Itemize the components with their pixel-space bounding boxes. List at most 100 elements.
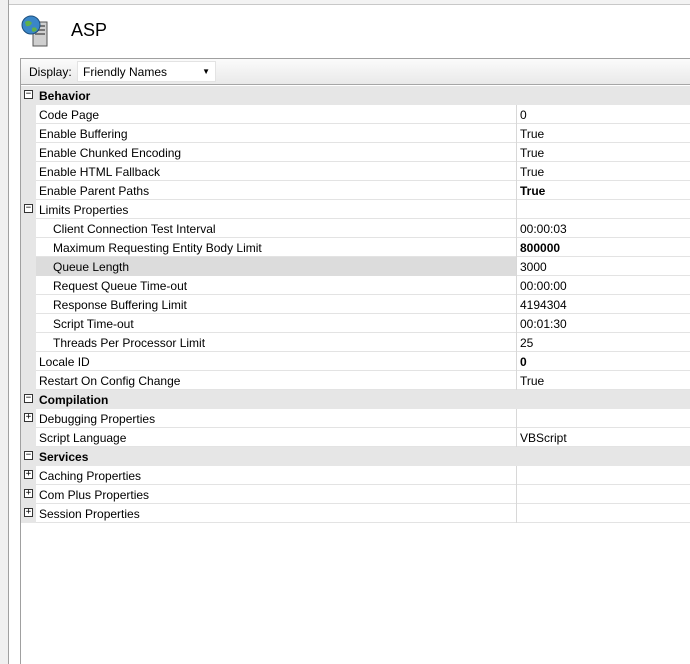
property-value[interactable]: True [520,127,544,141]
property-value[interactable]: 00:00:00 [520,279,567,293]
column-divider[interactable] [516,504,517,523]
collapse-icon[interactable]: − [24,394,33,403]
property-row[interactable]: Enable Parent Paths True [21,181,690,200]
property-value[interactable]: 4194304 [520,298,567,312]
column-divider[interactable] [516,352,517,371]
row-gutter [21,181,36,200]
property-row[interactable]: Script Time-out 00:01:30 [21,314,690,333]
display-dropdown-value: Friendly Names [83,65,168,79]
display-dropdown[interactable]: Friendly Names ▼ [77,61,216,82]
group-row[interactable]: + Debugging Properties [21,409,690,428]
property-row[interactable]: Client Connection Test Interval 00:00:03 [21,219,690,238]
column-divider[interactable] [516,314,517,333]
property-label: Restart On Config Change [39,374,181,388]
expand-icon[interactable]: + [24,489,33,498]
property-label: Caching Properties [39,469,142,483]
column-divider[interactable] [516,181,517,200]
display-label: Display: [29,65,72,79]
property-name-cell[interactable] [36,105,516,124]
property-value[interactable]: 0 [520,108,527,122]
property-label: Threads Per Processor Limit [53,336,206,350]
property-label: Limits Properties [39,203,129,217]
window-frame-top [9,0,690,5]
collapse-icon[interactable]: − [24,90,33,99]
property-value[interactable]: True [520,374,544,388]
property-label: Enable Parent Paths [39,184,150,198]
row-gutter [21,314,36,333]
property-row[interactable]: Enable Chunked Encoding True [21,143,690,162]
expand-icon[interactable]: + [24,470,33,479]
property-label: Client Connection Test Interval [53,222,216,236]
column-divider[interactable] [516,295,517,314]
row-gutter [21,257,36,276]
column-divider[interactable] [516,466,517,485]
property-name-cell[interactable] [36,352,516,371]
property-value[interactable]: VBScript [520,431,567,445]
property-value[interactable]: 25 [520,336,533,350]
category-row[interactable]: − Services [21,447,690,466]
property-row[interactable]: Maximum Requesting Entity Body Limit 8000… [21,238,690,257]
property-value[interactable]: True [520,184,545,198]
globe-server-icon [21,15,48,47]
column-divider[interactable] [516,257,517,276]
column-divider[interactable] [516,409,517,428]
property-value[interactable]: 3000 [520,260,547,274]
property-label: Response Buffering Limit [53,298,187,312]
row-gutter [21,124,36,143]
collapse-icon[interactable]: − [24,451,33,460]
category-row[interactable]: − Compilation [21,390,690,409]
property-row[interactable]: Request Queue Time-out 00:00:00 [21,276,690,295]
row-gutter [21,295,36,314]
expand-icon[interactable]: + [24,413,33,422]
property-value[interactable]: True [520,165,544,179]
column-divider[interactable] [516,238,517,257]
row-gutter [21,162,36,181]
group-row[interactable]: − Limits Properties [21,200,690,219]
property-row[interactable]: Queue Length 3000 [21,257,690,276]
property-row[interactable]: Response Buffering Limit 4194304 [21,295,690,314]
property-row[interactable]: Locale ID 0 [21,352,690,371]
property-row[interactable]: Script Language VBScript [21,428,690,447]
row-gutter [21,238,36,257]
collapse-icon[interactable]: − [24,204,33,213]
property-label: Queue Length [53,260,130,274]
row-gutter [21,276,36,295]
row-gutter [21,143,36,162]
column-divider[interactable] [516,200,517,219]
column-divider[interactable] [516,371,517,390]
column-divider[interactable] [516,485,517,504]
property-value[interactable]: 0 [520,355,527,369]
property-label: Enable Chunked Encoding [39,146,182,160]
property-row[interactable]: Threads Per Processor Limit 25 [21,333,690,352]
column-divider[interactable] [516,428,517,447]
property-label: Enable HTML Fallback [39,165,160,179]
property-value[interactable]: 00:00:03 [520,222,567,236]
category-row[interactable]: − Behavior [21,86,690,105]
row-gutter [21,105,36,124]
column-divider[interactable] [516,219,517,238]
row-gutter [21,352,36,371]
property-label: Session Properties [39,507,140,521]
property-value[interactable]: True [520,146,544,160]
group-row[interactable]: + Caching Properties [21,466,690,485]
expand-icon[interactable]: + [24,508,33,517]
property-row[interactable]: Enable HTML Fallback True [21,162,690,181]
property-label: Com Plus Properties [39,488,150,502]
column-divider[interactable] [516,276,517,295]
property-label: Request Queue Time-out [53,279,188,293]
column-divider[interactable] [516,162,517,181]
property-value[interactable]: 800000 [520,241,560,255]
property-value[interactable]: 00:01:30 [520,317,567,331]
column-divider[interactable] [516,124,517,143]
window-frame-left [0,0,9,664]
property-row[interactable]: Enable Buffering True [21,124,690,143]
column-divider[interactable] [516,105,517,124]
column-divider[interactable] [516,143,517,162]
column-divider[interactable] [516,333,517,352]
dropdown-arrow-icon[interactable]: ▼ [202,67,210,76]
property-row[interactable]: Code Page 0 [21,105,690,124]
row-gutter [21,219,36,238]
group-row[interactable]: + Session Properties [21,504,690,523]
group-row[interactable]: + Com Plus Properties [21,485,690,504]
property-row[interactable]: Restart On Config Change True [21,371,690,390]
